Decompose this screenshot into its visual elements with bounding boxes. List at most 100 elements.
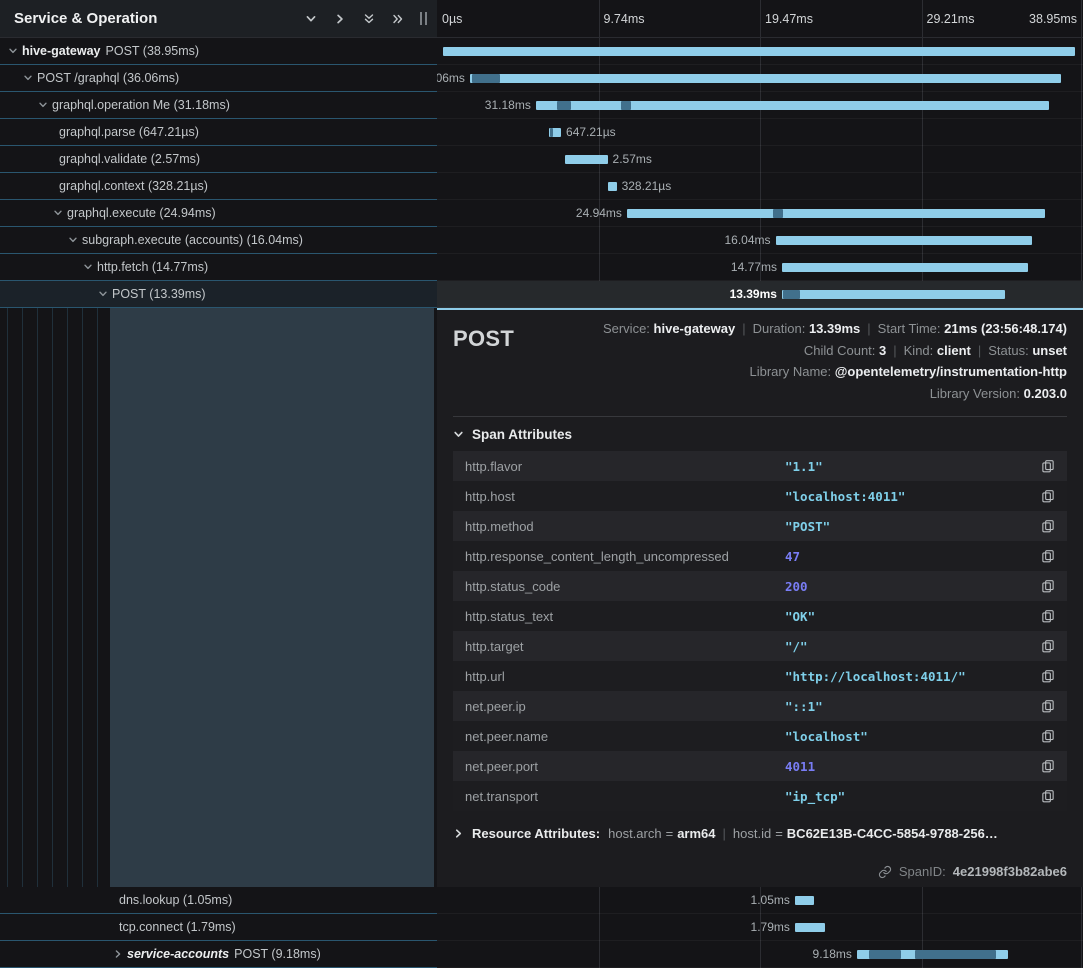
indent-guide	[7, 308, 8, 887]
duration-bar[interactable]	[795, 923, 825, 932]
panel-resize-grip[interactable]	[420, 12, 427, 25]
span-row[interactable]: dns.lookup (1.05ms)1.05ms	[0, 887, 1083, 914]
collapse-chevron-icon[interactable]	[38, 100, 52, 110]
duration-bar-segment	[621, 101, 631, 110]
span-row-label-cell[interactable]: dns.lookup (1.05ms)	[0, 887, 437, 914]
copy-button[interactable]	[1041, 459, 1055, 473]
span-bar-cell[interactable]: 2.57ms	[437, 146, 1083, 173]
copy-button[interactable]	[1041, 609, 1055, 623]
span-row-label-cell[interactable]: POST (13.39ms)	[0, 281, 437, 308]
attribute-value: "OK"	[785, 609, 815, 624]
duration-bar[interactable]	[627, 209, 1045, 218]
span-bar-cell[interactable]	[437, 38, 1083, 65]
operation-name: POST (13.39ms)	[112, 287, 206, 301]
span-bar-cell[interactable]: 16.04ms	[437, 227, 1083, 254]
span-row-label-cell[interactable]: graphql.validate (2.57ms)	[0, 146, 437, 173]
copy-button[interactable]	[1041, 639, 1055, 653]
resource-attributes-row[interactable]: Resource Attributes: host.arch=arm64|hos…	[453, 826, 1067, 841]
span-row[interactable]: subgraph.execute (accounts) (16.04ms)16.…	[0, 227, 1083, 254]
link-icon[interactable]	[878, 865, 892, 879]
attribute-value: "localhost:4011"	[785, 489, 905, 504]
span-row-label-cell[interactable]: graphql.execute (24.94ms)	[0, 200, 437, 227]
duration-label: 328.21µs	[622, 173, 672, 199]
span-row-label-cell[interactable]: graphql.parse (647.21µs)	[0, 119, 437, 146]
span-bar-cell[interactable]: 647.21µs	[437, 119, 1083, 146]
double-chevron-right-icon[interactable]	[392, 13, 404, 25]
collapse-chevron-icon[interactable]	[23, 73, 37, 83]
double-chevron-down-icon[interactable]	[363, 13, 375, 25]
expand-chevron-icon[interactable]	[113, 949, 127, 959]
duration-bar[interactable]	[776, 236, 1032, 245]
copy-button[interactable]	[1041, 729, 1055, 743]
copy-button[interactable]	[1041, 759, 1055, 773]
operation-name: graphql.parse (647.21µs)	[59, 125, 199, 139]
span-bar-cell[interactable]: 1.79ms	[437, 914, 1083, 941]
span-bar-cell[interactable]: 13.39ms	[437, 281, 1083, 308]
duration-bar[interactable]	[782, 290, 1006, 299]
detail-left-gutter	[0, 308, 437, 887]
detail-strip: POST Service: hive-gateway|Duration: 13.…	[0, 308, 1083, 887]
span-row-label-cell[interactable]: POST /graphql (36.06ms)	[0, 65, 437, 92]
copy-button[interactable]	[1041, 669, 1055, 683]
chevron-down-icon[interactable]	[305, 13, 317, 25]
copy-button[interactable]	[1041, 549, 1055, 563]
span-row[interactable]: tcp.connect (1.79ms)1.79ms	[0, 914, 1083, 941]
span-row[interactable]: POST (13.39ms) 13.39ms	[0, 281, 1083, 308]
duration-label: 14.77ms	[731, 254, 777, 280]
duration-bar[interactable]	[443, 47, 1075, 56]
meta-separator: |	[860, 321, 877, 336]
span-row[interactable]: graphql.operation Me (31.18ms)31.18ms	[0, 92, 1083, 119]
attribute-key: http.method	[465, 519, 785, 534]
span-bar-cell[interactable]: 36.06ms	[437, 65, 1083, 92]
span-row[interactable]: graphql.parse (647.21µs) 647.21µs	[0, 119, 1083, 146]
collapse-chevron-icon[interactable]	[83, 262, 97, 272]
copy-icon	[1041, 489, 1055, 503]
collapse-chevron-icon[interactable]	[98, 289, 112, 299]
span-row[interactable]: graphql.execute (24.94ms)24.94ms	[0, 200, 1083, 227]
attribute-row: http.target"/"	[453, 631, 1067, 661]
span-row[interactable]: graphql.context (328.21µs) 328.21µs	[0, 173, 1083, 200]
span-bar-cell[interactable]: 14.77ms	[437, 254, 1083, 281]
span-row-label-cell[interactable]: http.fetch (14.77ms)	[0, 254, 437, 281]
operation-name: http.fetch (14.77ms)	[97, 260, 208, 274]
span-row[interactable]: service-accountsPOST (9.18ms)9.18ms	[0, 941, 1083, 968]
span-row[interactable]: http.fetch (14.77ms) 14.77ms	[0, 254, 1083, 281]
collapse-chevron-icon[interactable]	[8, 46, 22, 56]
span-row[interactable]: POST /graphql (36.06ms)36.06ms	[0, 65, 1083, 92]
duration-bar[interactable]	[565, 155, 608, 164]
span-row-label-cell[interactable]: graphql.context (328.21µs)	[0, 173, 437, 200]
span-row-label-cell[interactable]: hive-gatewayPOST (38.95ms)	[0, 38, 437, 65]
chevron-right-icon[interactable]	[334, 13, 346, 25]
attribute-row: http.host"localhost:4011"	[453, 481, 1067, 511]
span-bar-cell[interactable]: 9.18ms	[437, 941, 1083, 968]
attribute-value: 4011	[785, 759, 815, 774]
duration-bar[interactable]	[536, 101, 1050, 110]
copy-button[interactable]	[1041, 699, 1055, 713]
span-row[interactable]: graphql.validate (2.57ms)2.57ms	[0, 146, 1083, 173]
copy-button[interactable]	[1041, 519, 1055, 533]
span-row-label-cell[interactable]: subgraph.execute (accounts) (16.04ms)	[0, 227, 437, 254]
span-row-label-cell[interactable]: tcp.connect (1.79ms)	[0, 914, 437, 941]
copy-button[interactable]	[1041, 489, 1055, 503]
duration-bar[interactable]	[782, 263, 1028, 272]
span-row-label-cell[interactable]: service-accountsPOST (9.18ms)	[0, 941, 437, 968]
duration-bar[interactable]	[470, 74, 1061, 83]
span-bar-cell[interactable]: 1.05ms	[437, 887, 1083, 914]
attribute-value: "localhost"	[785, 729, 868, 744]
span-bar-cell[interactable]: 328.21µs	[437, 173, 1083, 200]
meta-value: @opentelemetry/instrumentation-http	[835, 364, 1067, 379]
collapse-chevron-icon[interactable]	[68, 235, 82, 245]
copy-button[interactable]	[1041, 789, 1055, 803]
span-bar-cell[interactable]: 24.94ms	[437, 200, 1083, 227]
copy-icon	[1041, 729, 1055, 743]
duration-bar[interactable]	[795, 896, 814, 905]
timeline-header: 0µs9.74ms19.47ms29.21ms38.95ms	[437, 0, 1083, 37]
copy-button[interactable]	[1041, 579, 1055, 593]
span-row[interactable]: hive-gatewayPOST (38.95ms)	[0, 38, 1083, 65]
duration-bar[interactable]	[608, 182, 616, 191]
span-bar-cell[interactable]: 31.18ms	[437, 92, 1083, 119]
span-row-label-cell[interactable]: graphql.operation Me (31.18ms)	[0, 92, 437, 119]
attribute-key: net.transport	[465, 789, 785, 804]
span-attributes-header[interactable]: Span Attributes	[453, 417, 1067, 451]
collapse-chevron-icon[interactable]	[53, 208, 67, 218]
